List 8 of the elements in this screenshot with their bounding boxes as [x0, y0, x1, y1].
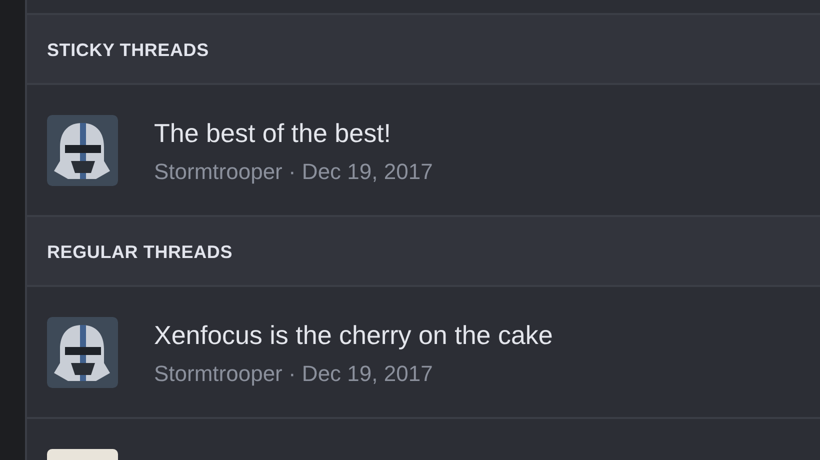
thread-meta: Stormtrooper · Dec 19, 2017: [154, 360, 434, 388]
section-heading: STICKY THREADS: [27, 15, 820, 85]
helmet-avatar-icon: [47, 115, 118, 186]
thread-title-link[interactable]: Xenfocus is the cherry on the cake: [154, 319, 553, 351]
section-heading: REGULAR THREADS: [27, 217, 820, 287]
thread-meta: Stormtrooper · Dec 19, 2017: [154, 158, 433, 186]
thread-title-link[interactable]: The best of the best!: [154, 117, 433, 149]
helmet-avatar-icon: [47, 317, 118, 388]
